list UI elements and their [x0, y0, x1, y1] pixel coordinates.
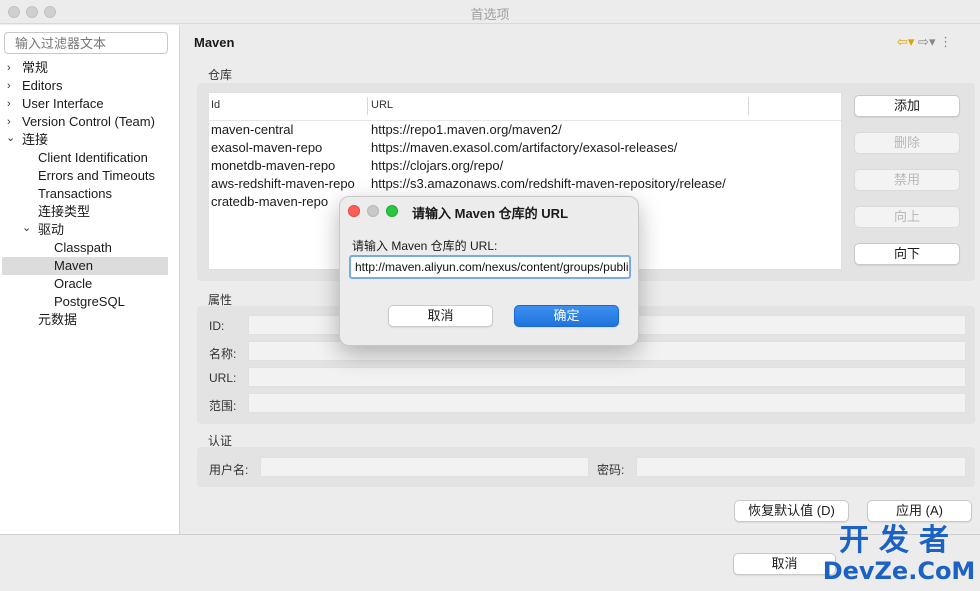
tree-item-postgresql[interactable]: PostgreSQL [54, 293, 125, 311]
watermark-line2: DevZe.CoM [822, 557, 976, 585]
password-field[interactable] [636, 457, 966, 477]
cancel-button[interactable]: 取消 [733, 553, 836, 575]
dialog-title: 请输入 Maven 仓库的 URL [412, 206, 569, 221]
scope-label: 范围: [209, 399, 237, 413]
cell-url: https://s3.amazonaws.com/redshift-maven-… [371, 176, 726, 191]
tree-item-errors-timeouts[interactable]: Errors and Timeouts [38, 167, 155, 185]
column-header-id[interactable]: Id [211, 99, 220, 111]
cell-url: https://maven.exasol.com/artifactory/exa… [371, 140, 678, 155]
username-label: 用户名: [209, 463, 249, 477]
name-label: 名称: [209, 347, 237, 361]
cell-id: exasol-maven-repo [211, 140, 323, 155]
dialog-minimize-icon[interactable] [367, 205, 379, 217]
column-separator [367, 97, 368, 115]
chevron-down-icon[interactable]: ⌄ [22, 221, 31, 234]
repo-url-input[interactable]: http://maven.aliyun.com/nexus/content/gr… [349, 255, 631, 279]
id-label: ID: [209, 319, 225, 333]
preferences-sidebar: › 常规 › Editors › User Interface › Versio… [0, 25, 180, 534]
delete-button[interactable]: 删除 [854, 132, 960, 154]
more-options-icon[interactable]: ⋮ [939, 34, 952, 49]
dialog-ok-button[interactable]: 确定 [514, 305, 619, 327]
tree-item-drivers[interactable]: 驱动 [38, 221, 64, 239]
move-up-button[interactable]: 向上 [854, 206, 960, 228]
tree-item-connections[interactable]: 连接 [22, 131, 48, 149]
tree-item-connection-types[interactable]: 连接类型 [38, 203, 90, 221]
forward-arrow-icon[interactable]: ⇨▾ [918, 34, 935, 49]
tree-item-transactions[interactable]: Transactions [38, 185, 112, 203]
table-header-divider [209, 120, 841, 121]
cell-id: cratedb-maven-repo [211, 194, 329, 209]
column-header-url[interactable]: URL [371, 99, 393, 111]
tree-item-general[interactable]: 常规 [22, 59, 48, 77]
repo-url-dialog: 请输入 Maven 仓库的 URL 请输入 Maven 仓库的 URL: htt… [339, 196, 639, 346]
dialog-cancel-button[interactable]: 取消 [388, 305, 493, 327]
tree-item-editors[interactable]: Editors [22, 77, 62, 95]
add-button[interactable]: 添加 [854, 95, 960, 117]
cell-id: aws-redshift-maven-repo [211, 176, 355, 191]
chevron-right-icon[interactable]: › [7, 62, 11, 74]
page-title: Maven [194, 35, 235, 50]
cell-url: https://clojars.org/repo/ [371, 158, 504, 173]
window-title: 首选项 [470, 7, 510, 22]
tree-item-oracle[interactable]: Oracle [54, 275, 92, 293]
back-arrow-icon[interactable]: ⇦▾ [897, 34, 914, 49]
url-field[interactable] [248, 367, 966, 387]
tree-item-client-identification[interactable]: Client Identification [38, 149, 148, 167]
chevron-down-icon[interactable]: ⌄ [6, 131, 15, 144]
chevron-right-icon[interactable]: › [7, 80, 11, 92]
cell-url: https://repo1.maven.org/maven2/ [371, 122, 562, 137]
repo-group-label: 仓库 [208, 68, 233, 82]
apply-button[interactable]: 应用 (A) [867, 500, 972, 522]
tree-item-maven[interactable]: Maven [54, 257, 93, 275]
disable-button[interactable]: 禁用 [854, 169, 960, 191]
watermark-line1: 开发者 [839, 523, 959, 558]
scope-field[interactable] [248, 393, 966, 413]
url-label: URL: [209, 371, 237, 385]
tree-item-user-interface[interactable]: User Interface [22, 95, 104, 113]
dialog-maximize-icon[interactable] [386, 205, 398, 217]
column-separator [748, 97, 749, 115]
move-down-button[interactable]: 向下 [854, 243, 960, 265]
tree-item-version-control[interactable]: Version Control (Team) [22, 113, 155, 131]
restore-defaults-button[interactable]: 恢复默认值 (D) [734, 500, 849, 522]
cell-id: maven-central [211, 122, 294, 137]
chevron-right-icon[interactable]: › [7, 116, 11, 128]
tree-item-metadata[interactable]: 元数据 [38, 311, 77, 329]
chevron-right-icon[interactable]: › [7, 98, 11, 110]
cell-id: monetdb-maven-repo [211, 158, 336, 173]
dialog-close-icon[interactable] [348, 205, 360, 217]
title-bar: 首选项 [0, 0, 980, 24]
filter-input[interactable] [4, 32, 168, 54]
username-field[interactable] [260, 457, 589, 477]
watermark-logo: 开发者 DevZe.CoM [822, 523, 976, 585]
dialog-prompt: 请输入 Maven 仓库的 URL: [352, 239, 498, 253]
password-label: 密码: [597, 463, 625, 477]
tree-item-classpath[interactable]: Classpath [54, 239, 112, 257]
history-nav: ⇦▾ ⇨▾ ⋮ [897, 34, 952, 50]
